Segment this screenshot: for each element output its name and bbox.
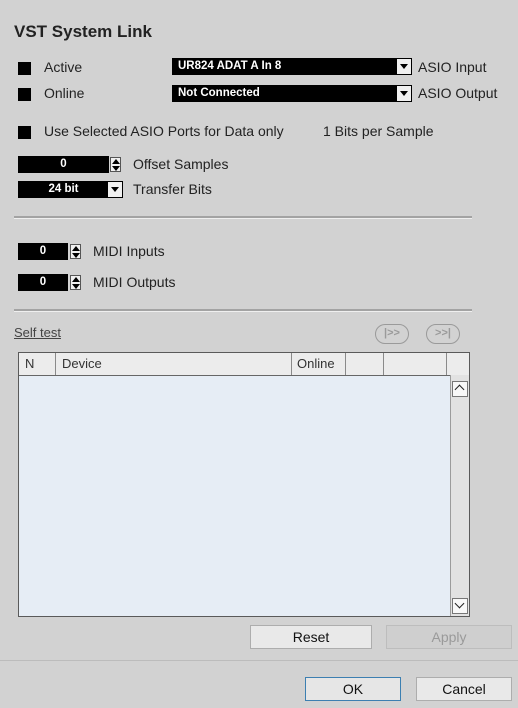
table-scrollbar[interactable] — [450, 375, 469, 616]
midi-outputs-field[interactable]: 0 — [18, 274, 68, 291]
midi-outputs-label: MIDI Outputs — [93, 274, 176, 290]
offset-samples-stepper[interactable] — [110, 157, 121, 172]
asio-output-value: Not Connected — [178, 87, 260, 99]
asio-output-dropdown[interactable]: Not Connected — [172, 85, 412, 102]
midi-outputs-stepper[interactable] — [70, 275, 81, 290]
online-label: Online — [44, 85, 85, 101]
cancel-button[interactable]: Cancel — [416, 677, 512, 701]
offset-samples-field[interactable]: 0 — [18, 156, 109, 173]
use-selected-ports-checkbox[interactable] — [18, 126, 31, 139]
transfer-bits-label: Transfer Bits — [133, 181, 212, 197]
midi-inputs-stepper[interactable] — [70, 244, 81, 259]
column-header-online[interactable]: Online — [292, 353, 346, 375]
active-checkbox[interactable] — [18, 62, 31, 75]
chevron-down-icon — [108, 182, 122, 197]
asio-input-value: UR824 ADAT A In 8 — [178, 60, 282, 72]
column-header-device[interactable]: Device — [56, 353, 292, 375]
play-forward-icon[interactable]: |>> — [375, 324, 409, 344]
scroll-down-icon[interactable] — [452, 598, 468, 614]
chevron-down-icon — [397, 59, 411, 74]
use-selected-ports-label: Use Selected ASIO Ports for Data only — [44, 123, 284, 139]
self-test-link[interactable]: Self test — [14, 325, 61, 340]
asio-output-label: ASIO Output — [418, 85, 498, 101]
offset-samples-value: 0 — [60, 158, 67, 170]
asio-input-dropdown[interactable]: UR824 ADAT A In 8 — [172, 58, 412, 75]
midi-inputs-label: MIDI Inputs — [93, 243, 165, 259]
table-header: N Device Online — [19, 353, 469, 376]
offset-samples-label: Offset Samples — [133, 156, 229, 172]
midi-inputs-field[interactable]: 0 — [18, 243, 68, 260]
active-label: Active — [44, 59, 83, 75]
transfer-bits-dropdown[interactable]: 24 bit — [18, 181, 123, 198]
section-title: VST System Link — [14, 22, 152, 41]
midi-inputs-value: 0 — [39, 245, 47, 257]
ok-button[interactable]: OK — [305, 677, 401, 701]
scroll-up-icon[interactable] — [452, 381, 468, 397]
divider — [14, 309, 472, 312]
column-header-extra-1[interactable] — [346, 353, 384, 375]
column-header-n[interactable]: N — [19, 353, 56, 375]
apply-button[interactable]: Apply — [386, 625, 512, 649]
asio-input-label: ASIO Input — [418, 59, 487, 75]
midi-outputs-value: 0 — [39, 276, 47, 288]
chevron-down-icon — [397, 86, 411, 101]
transfer-bits-value: 24 bit — [48, 183, 79, 195]
column-header-extra-2[interactable] — [384, 353, 447, 375]
reset-button[interactable]: Reset — [250, 625, 372, 649]
divider — [14, 216, 472, 219]
skip-forward-icon[interactable]: >>| — [426, 324, 460, 344]
device-table: N Device Online — [18, 352, 470, 617]
online-checkbox[interactable] — [18, 88, 31, 101]
bits-per-sample-text: 1 Bits per Sample — [323, 123, 434, 139]
